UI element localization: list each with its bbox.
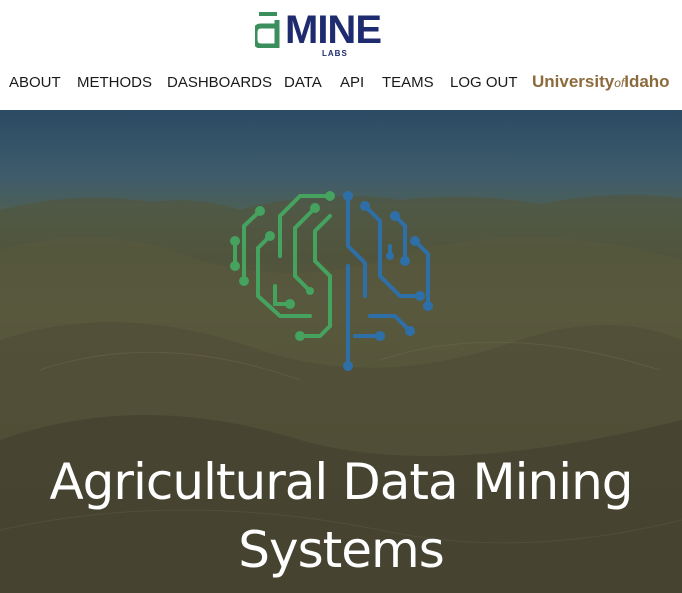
nav-item-data[interactable]: DATA xyxy=(284,72,322,94)
hero-title-line-2: Systems xyxy=(238,521,445,579)
logo-a-glyph-icon xyxy=(255,12,280,48)
logo-wordmark: MINE xyxy=(285,8,382,52)
university-name-part2: Idaho xyxy=(624,72,670,91)
hero-title: Agricultural Data Mining Systems xyxy=(0,448,682,584)
nav-item-methods[interactable]: METHODS xyxy=(77,72,152,94)
university-of-idaho-logo[interactable]: UniversityofIdaho xyxy=(532,70,670,95)
nav-item-dashboards[interactable]: DASHBOARDS xyxy=(167,72,272,94)
site-header: MINE LABS ABOUT METHODS DASHBOARDS DATA … xyxy=(0,0,682,110)
nav-item-about[interactable]: ABOUT xyxy=(9,72,61,94)
nav-item-log-out[interactable]: LOG OUT xyxy=(450,72,518,94)
university-name-of: of xyxy=(614,76,625,90)
dmine-labs-logo[interactable]: MINE LABS xyxy=(255,8,415,58)
university-name-part1: University xyxy=(532,72,615,91)
nav-item-teams[interactable]: TEAMS xyxy=(382,72,434,94)
hero-title-line-1: Agricultural Data Mining xyxy=(49,453,633,511)
hero-banner: Agricultural Data Mining Systems xyxy=(0,110,682,593)
logo-subtitle: LABS xyxy=(322,49,348,58)
circuit-brain-icon xyxy=(230,191,433,371)
nav-item-api[interactable]: API xyxy=(340,72,364,94)
